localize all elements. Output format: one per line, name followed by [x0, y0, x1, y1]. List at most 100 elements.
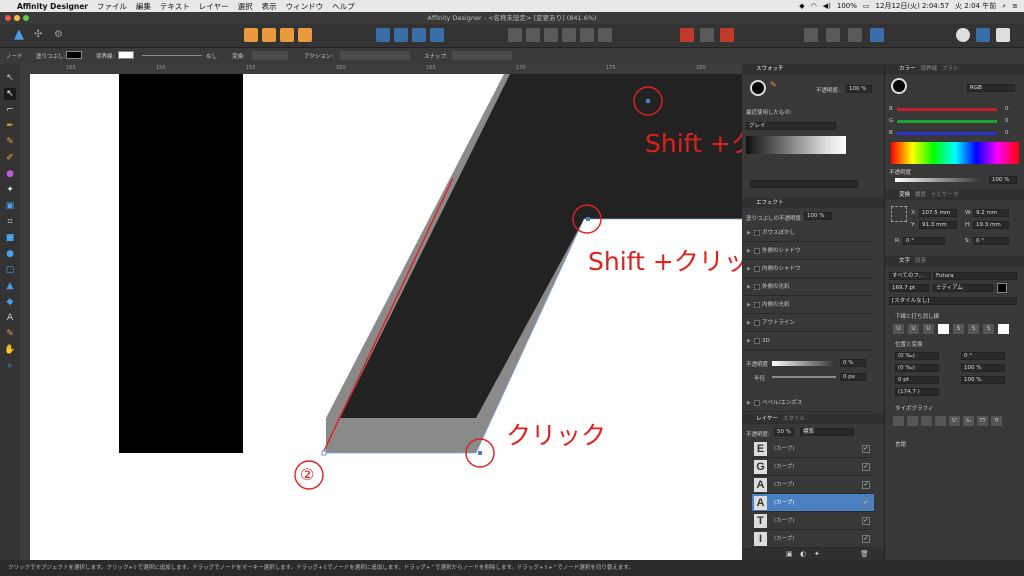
font-size-field[interactable]: 169.7 pt [889, 284, 929, 292]
color-well[interactable] [891, 78, 907, 94]
pencil-tool-icon[interactable]: ✎ [4, 136, 16, 148]
vector-brush-icon[interactable]: ✐ [4, 152, 16, 164]
underline-color-button[interactable]: U [923, 324, 934, 334]
unicase-button[interactable] [935, 416, 946, 426]
layer-row[interactable]: T (カーブ) ✓ [752, 512, 874, 530]
green-value[interactable]: 0 [1005, 118, 1009, 124]
volume-icon[interactable]: ◀) [823, 2, 831, 10]
x-field[interactable]: 107.5 mm [919, 209, 957, 217]
brush-tab[interactable]: ブラシ [942, 66, 958, 72]
red-value[interactable]: 0 [1005, 106, 1009, 112]
dropbox-icon[interactable]: ◆ [799, 2, 804, 10]
blue-value[interactable]: 0 [1005, 130, 1009, 136]
align-center-button[interactable] [526, 28, 540, 42]
y-field[interactable]: 91.3 mm [919, 221, 957, 229]
menu-edit[interactable]: 編集 [136, 1, 151, 12]
action-buttons[interactable] [340, 51, 410, 60]
layers-panel-header[interactable]: レイヤー スタイル [742, 414, 884, 424]
wifi-icon[interactable]: ◠ [811, 2, 817, 10]
clock-secondary[interactable]: 火 2:04 午前 [955, 1, 996, 11]
stroke-swatch[interactable] [118, 51, 134, 59]
clock[interactable]: 12月12日(火) 2:04:57 [876, 1, 950, 11]
mask-icon[interactable]: ◐ [800, 550, 806, 558]
rotate-right-button[interactable] [430, 28, 444, 42]
color-spectrum[interactable] [891, 142, 1019, 164]
caps-button[interactable] [893, 416, 904, 426]
node-tool-icon[interactable]: ↖ [4, 88, 16, 100]
boolean-intersect-button[interactable] [848, 28, 862, 42]
swatch-opacity-field[interactable]: 100 % [846, 85, 872, 93]
all-caps-button[interactable]: TT [977, 416, 988, 426]
black-bar-shape[interactable] [119, 74, 243, 453]
3d-opacity-field[interactable]: 0 % [840, 359, 866, 367]
effect-outline[interactable]: アウトライン [742, 314, 872, 332]
layer-row[interactable]: E (カーブ) ✓ [752, 440, 874, 458]
color-tab[interactable]: カラー [899, 66, 916, 72]
effect-outer-glow[interactable]: 外側の光彩 [742, 278, 872, 296]
red-slider[interactable] [897, 108, 997, 111]
add-layer-icon[interactable]: ▣ [786, 550, 793, 558]
title-case-button[interactable]: Tr [991, 416, 1002, 426]
move-tool-icon[interactable]: ↖ [4, 72, 16, 84]
effect-outer-shadow[interactable]: 外側のシャドウ [742, 242, 872, 260]
small-caps-button[interactable] [907, 416, 918, 426]
underline-section-label[interactable]: 下線と打ち消し線 [895, 312, 939, 320]
h-field[interactable]: 19.3 mm [973, 221, 1009, 229]
rounded-rect-tool-icon[interactable]: ▢ [4, 264, 16, 276]
arrange-forward-button[interactable] [280, 28, 294, 42]
place-image-icon[interactable]: ▣ [4, 200, 16, 212]
export-persona-icon[interactable]: ⚙ [54, 28, 68, 42]
position-section-label[interactable]: 位置と変換 [895, 340, 923, 348]
shear-field[interactable]: 0 ° [973, 237, 1009, 245]
character-tab[interactable]: 文字 [899, 258, 910, 264]
stroke-tab[interactable]: 境界線 [921, 66, 938, 72]
effect-bevel-emboss[interactable]: ベベル/エンボス [742, 394, 872, 412]
double-underline-button[interactable]: U [908, 324, 919, 334]
color-opacity-slider[interactable] [895, 178, 983, 182]
zoom-tool-icon[interactable]: ⌕ [4, 360, 16, 372]
navigator-tab[interactable]: ナビゲータ [931, 192, 959, 198]
text-color-swatch[interactable] [997, 283, 1007, 293]
minimize-window-button[interactable] [14, 15, 20, 21]
menu-window[interactable]: ウィンドウ [286, 1, 324, 12]
underline-swatch[interactable] [938, 324, 949, 334]
convert-buttons[interactable] [252, 51, 288, 60]
layer-row[interactable]: G (カーブ) ✓ [752, 458, 874, 476]
menu-select[interactable]: 選択 [238, 1, 253, 12]
boolean-subtract-button[interactable] [826, 28, 840, 42]
menu-text[interactable]: テキスト [160, 1, 190, 12]
menu-app-name[interactable]: Affinity Designer [17, 2, 88, 11]
trash-icon[interactable]: 🗑 [860, 550, 869, 558]
teardrop-tool-icon[interactable]: ◆ [4, 296, 16, 308]
underline-button[interactable]: U [893, 324, 904, 334]
align-left-button[interactable] [508, 28, 522, 42]
align-right-button[interactable] [544, 28, 558, 42]
kerning-field[interactable]: (0 ‰) [895, 364, 939, 372]
rotate-left-button[interactable] [412, 28, 426, 42]
snap-buttons[interactable] [452, 51, 512, 60]
layer-row-selected[interactable]: A (カーブ) ✓ [752, 494, 874, 512]
arrange-back-button[interactable] [244, 28, 258, 42]
ellipse-tool-icon[interactable]: ● [4, 248, 16, 260]
layer-opacity-field[interactable]: 50 % [774, 428, 794, 436]
strike-button[interactable]: S [953, 324, 964, 334]
strike-swatch[interactable] [998, 324, 1009, 334]
rectangle-tool-icon[interactable]: ■ [4, 232, 16, 244]
node-handle[interactable] [478, 451, 482, 455]
swatches-panel-header[interactable]: スウォッチ [742, 64, 884, 74]
font-category-select[interactable]: すべてのフ... [889, 272, 931, 280]
text-style-select[interactable]: [スタイルなし] [889, 297, 1017, 305]
arrange-backward-button[interactable] [262, 28, 276, 42]
align-top-button[interactable] [562, 28, 576, 42]
fill-tool-icon[interactable]: ● [4, 168, 16, 180]
subscript-button[interactable]: S₂ [963, 416, 974, 426]
close-window-button[interactable] [5, 15, 11, 21]
effects-panel-header[interactable]: エフェクト [742, 198, 884, 208]
eyedropper-tool-icon[interactable]: ✎ [4, 328, 16, 340]
color-panel-header[interactable]: カラー 境界線 ブラシ [885, 64, 1024, 74]
color-model-select[interactable]: RGB [967, 84, 1015, 92]
transform-panel-header[interactable]: 変換 履歴 ナビゲータ [885, 190, 1024, 200]
character-panel-header[interactable]: 文字 段落 [885, 256, 1024, 266]
typography-section-label[interactable]: タイポグラフィ [895, 404, 933, 412]
rotation-field[interactable]: 0 ° [903, 237, 945, 245]
